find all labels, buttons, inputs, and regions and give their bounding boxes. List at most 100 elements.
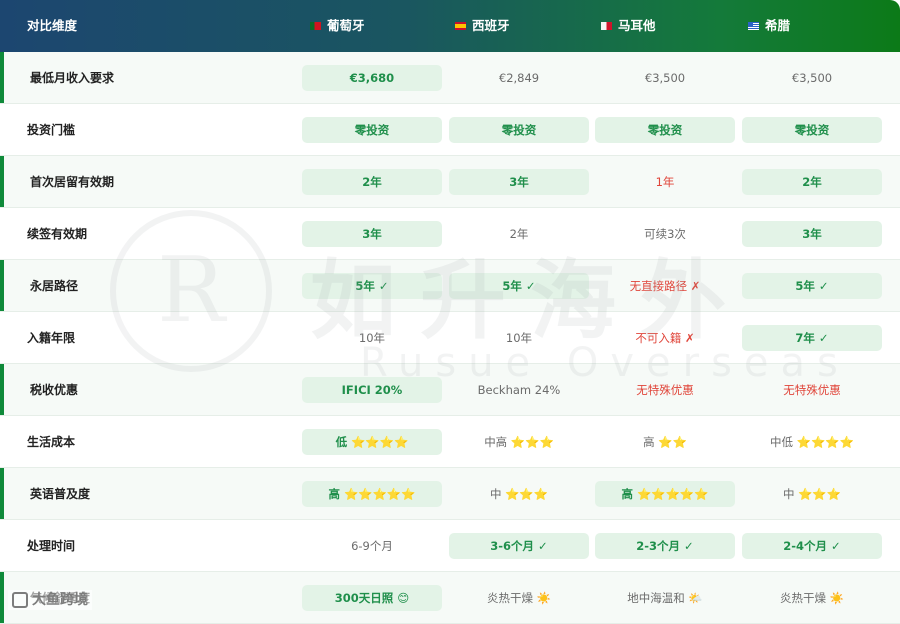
table-cell: IFICI 20% — [299, 364, 445, 416]
cell-value: €3,500 — [644, 71, 686, 85]
cell-value: 无特殊优惠 — [636, 383, 694, 397]
table-cell: 7年 ✓ — [739, 312, 885, 364]
table-cell: 300天日照 😊 — [299, 572, 445, 624]
table-cell: 炎热干燥 ☀️ — [446, 572, 592, 624]
table-cell: 无特殊优惠 — [739, 364, 885, 416]
cell-value: 地中海温和 🌤️ — [627, 591, 703, 605]
table-cell: €2,849 — [446, 52, 592, 104]
cell-value: €3,680 — [349, 71, 395, 85]
cell-value: 低 ⭐⭐⭐⭐ — [335, 435, 409, 449]
cell-value: 中 ⭐⭐⭐ — [782, 487, 842, 501]
table-cell: 无特殊优惠 — [592, 364, 738, 416]
header-greece: 希腊 — [748, 0, 790, 52]
table-row: 处理时间 6-9个月 3-6个月 ✓ 2-3个月 ✓ 2-4个月 ✓ — [0, 520, 900, 572]
cell-value: 无直接路径 ✗ — [629, 279, 701, 293]
table-cell: 中高 ⭐⭐⭐ — [446, 416, 592, 468]
table-cell: 3年 — [446, 156, 592, 208]
malta-flag-icon — [601, 21, 612, 30]
cell-value: 300天日照 😊 — [334, 591, 410, 605]
table-row: 气候舒适度300天日照 😊炎热干燥 ☀️地中海温和 🌤️炎热干燥 ☀️ — [0, 572, 900, 624]
cell-value: 零投资 — [647, 123, 683, 137]
cell-value: Beckham 24% — [477, 383, 561, 397]
table-cell: 6-9个月 — [299, 520, 445, 572]
header-country-label: 西班牙 — [472, 18, 510, 33]
cell-value: 3-6个月 ✓ — [490, 539, 548, 553]
table-cell: 中 ⭐⭐⭐ — [446, 468, 592, 520]
table-cell: 10年 — [446, 312, 592, 364]
portugal-flag-icon — [310, 21, 321, 30]
table-cell: 3年 — [299, 208, 445, 260]
table-cell: €3,680 — [299, 52, 445, 104]
cell-value: 10年 — [358, 331, 386, 345]
cell-value: 炎热干燥 ☀️ — [487, 591, 551, 605]
row-label: 税收优惠 — [30, 383, 79, 397]
cell-value: 高 ⭐⭐ — [643, 435, 687, 449]
cell-value: 5年 ✓ — [795, 279, 829, 293]
row-label: 英语普及度 — [30, 487, 91, 501]
table-cell: 5年 ✓ — [299, 260, 445, 312]
table-row: 续签有效期 3年 2年 可续3次 3年 — [0, 208, 900, 260]
table-row: 首次居留有效期 2年 3年 1年 2年 — [0, 156, 900, 208]
cell-value: 2年 — [802, 175, 822, 189]
table-row: 最低月收入要求 €3,680 €2,849 €3,500 €3,500 — [0, 52, 900, 104]
table-cell: 2-4个月 ✓ — [739, 520, 885, 572]
corner-watermark-text: 大鱼跨境 — [32, 592, 88, 608]
cell-value: 2-3个月 ✓ — [636, 539, 694, 553]
cell-value: 3年 — [509, 175, 529, 189]
cell-value: 5年 ✓ — [502, 279, 536, 293]
cell-value: 10年 — [505, 331, 533, 345]
header-malta: 马耳他 — [601, 0, 656, 52]
cell-value: 高 ⭐⭐⭐⭐⭐ — [328, 487, 416, 501]
fish-logo-icon — [12, 592, 28, 608]
table-row: 税收优惠 IFICI 20% Beckham 24% 无特殊优惠 无特殊优惠 — [0, 364, 900, 416]
table-row: 生活成本 低 ⭐⭐⭐⭐ 中高 ⭐⭐⭐ 高 ⭐⭐ 中低 ⭐⭐⭐⭐ — [0, 416, 900, 468]
cell-value: 零投资 — [794, 123, 830, 137]
table-cell: 中 ⭐⭐⭐ — [739, 468, 885, 520]
cell-value: 1年 — [655, 175, 675, 189]
table-cell: 无直接路径 ✗ — [592, 260, 738, 312]
cell-value: 中低 ⭐⭐⭐⭐ — [770, 435, 854, 449]
table-cell: 中低 ⭐⭐⭐⭐ — [739, 416, 885, 468]
row-label: 处理时间 — [27, 539, 76, 553]
table-cell: 2年 — [739, 156, 885, 208]
table-header: 对比维度 葡萄牙 西班牙 马耳他 希腊 — [0, 0, 900, 52]
cell-value: 中 ⭐⭐⭐ — [489, 487, 549, 501]
cell-value: IFICI 20% — [341, 383, 403, 397]
cell-value: 6-9个月 — [351, 539, 393, 553]
cell-value: 高 ⭐⭐⭐⭐⭐ — [621, 487, 709, 501]
row-label: 首次居留有效期 — [30, 175, 115, 189]
cell-value: 中高 ⭐⭐⭐ — [484, 435, 554, 449]
row-label: 入籍年限 — [27, 331, 76, 345]
header-spain: 西班牙 — [455, 0, 510, 52]
table-cell: €3,500 — [739, 52, 885, 104]
table-cell: 不可入籍 ✗ — [592, 312, 738, 364]
header-country-label: 希腊 — [765, 18, 791, 33]
cell-value: 5年 ✓ — [355, 279, 389, 293]
table-cell: 高 ⭐⭐⭐⭐⭐ — [592, 468, 738, 520]
table-row: 英语普及度 高 ⭐⭐⭐⭐⭐ 中 ⭐⭐⭐ 高 ⭐⭐⭐⭐⭐ 中 ⭐⭐⭐ — [0, 468, 900, 520]
row-label: 生活成本 — [27, 435, 76, 449]
table-cell: 零投资 — [446, 104, 592, 156]
table-cell: 1年 — [592, 156, 738, 208]
spain-flag-icon — [455, 21, 466, 30]
table-cell: 3年 — [739, 208, 885, 260]
table-row: 投资门槛 零投资 零投资 零投资 零投资 — [0, 104, 900, 156]
table-cell: 炎热干燥 ☀️ — [739, 572, 885, 624]
table-cell: 2-3个月 ✓ — [592, 520, 738, 572]
cell-value: 炎热干燥 ☀️ — [780, 591, 844, 605]
table-cell: 2年 — [446, 208, 592, 260]
table-cell: 10年 — [299, 312, 445, 364]
table-cell: 地中海温和 🌤️ — [592, 572, 738, 624]
greece-flag-icon — [748, 21, 759, 30]
table-row: 入籍年限 10年 10年 不可入籍 ✗ 7年 ✓ — [0, 312, 900, 364]
table-cell: 高 ⭐⭐⭐⭐⭐ — [299, 468, 445, 520]
header-country-label: 马耳他 — [618, 18, 656, 33]
cell-value: 2年 — [509, 227, 529, 241]
table-cell: 5年 ✓ — [739, 260, 885, 312]
corner-watermark: 大鱼跨境 — [8, 590, 92, 610]
cell-value: 3年 — [802, 227, 822, 241]
table-cell: 5年 ✓ — [446, 260, 592, 312]
cell-value: 2年 — [362, 175, 382, 189]
cell-value: 不可入籍 ✗ — [635, 331, 695, 345]
table-cell: 3-6个月 ✓ — [446, 520, 592, 572]
